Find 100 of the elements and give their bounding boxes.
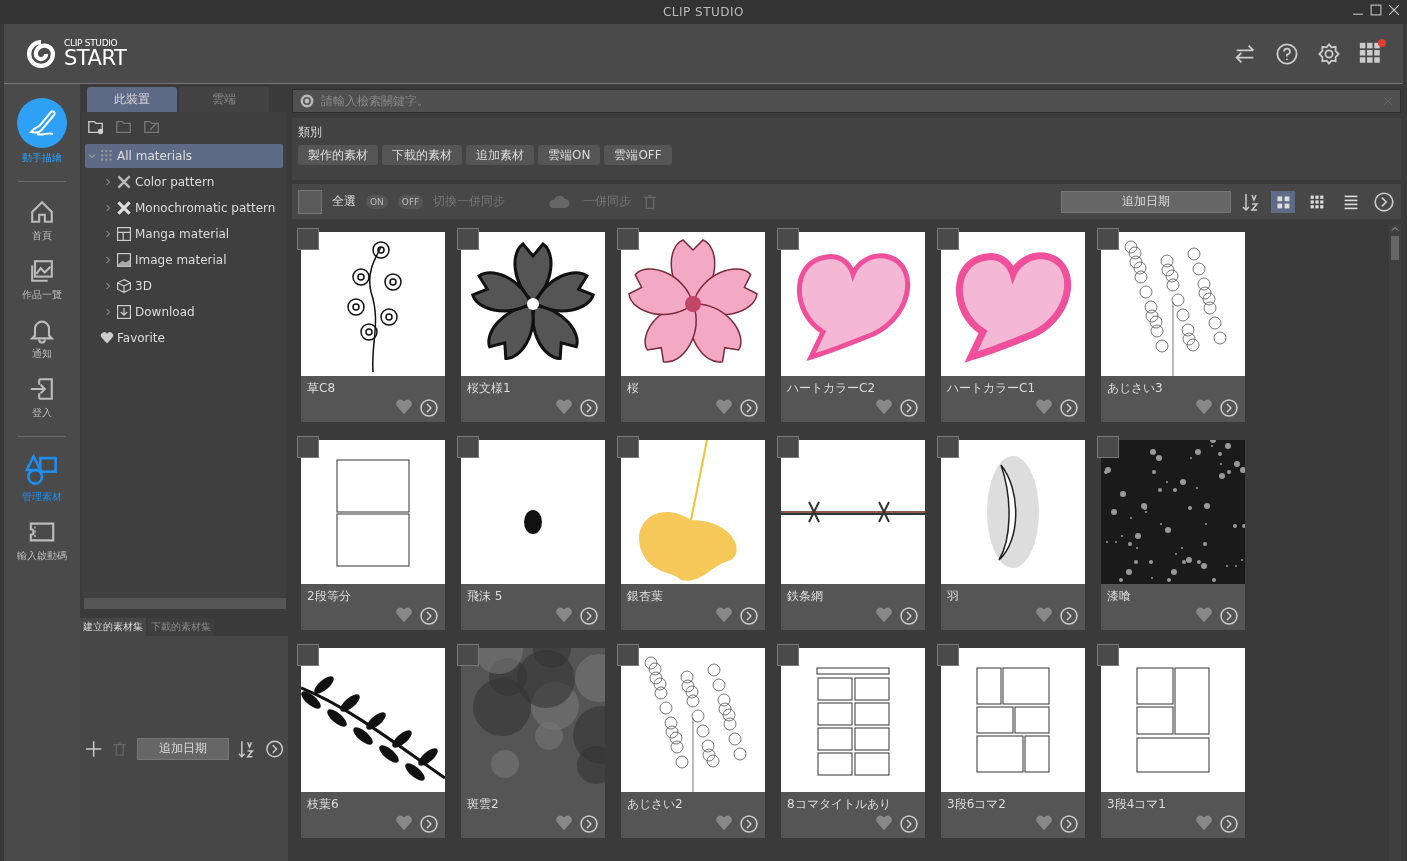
new-folder-icon[interactable] (87, 118, 105, 136)
grid-view-button[interactable] (1271, 190, 1295, 213)
material-checkbox[interactable] (937, 228, 959, 250)
chevron-circle-icon[interactable] (739, 606, 759, 626)
tree-item[interactable]: Monochromatic pattern (85, 196, 283, 220)
chevron-circle-icon[interactable] (899, 814, 919, 834)
chevron-circle-icon[interactable] (579, 398, 599, 418)
apps-icon[interactable] (1359, 41, 1383, 66)
material-checkbox[interactable] (617, 436, 639, 458)
heart-icon[interactable] (395, 606, 413, 624)
chevron-circle-icon[interactable] (419, 606, 439, 626)
heart-icon[interactable] (875, 814, 893, 832)
scrollbar[interactable] (1389, 224, 1401, 861)
material-checkbox[interactable] (457, 228, 479, 250)
chevron-circle-icon[interactable] (1373, 190, 1395, 213)
help-icon[interactable] (1275, 41, 1299, 66)
tree-item[interactable]: Download (85, 300, 283, 324)
heart-icon[interactable] (1035, 814, 1053, 832)
heart-icon[interactable] (555, 606, 573, 624)
maximize-icon[interactable] (1369, 3, 1383, 17)
chevron-circle-icon[interactable] (579, 814, 599, 834)
chevron-circle-icon[interactable] (1219, 398, 1239, 418)
material-checkbox[interactable] (777, 228, 799, 250)
settings-icon[interactable] (1317, 41, 1341, 66)
chevron-circle-icon[interactable] (419, 814, 439, 834)
material-checkbox[interactable] (1097, 644, 1119, 666)
heart-icon[interactable] (395, 814, 413, 832)
chevron-circle-icon[interactable] (899, 398, 919, 418)
chevron-circle-icon[interactable] (739, 814, 759, 834)
on-toggle[interactable]: ON (366, 194, 388, 209)
chevron-circle-icon[interactable] (1219, 814, 1239, 834)
heart-icon[interactable] (875, 398, 893, 416)
material-checkbox[interactable] (1097, 228, 1119, 250)
category-chip[interactable]: 下載的素材 (382, 145, 462, 165)
scrollbar-thumb[interactable] (1391, 236, 1399, 260)
material-checkbox[interactable] (617, 644, 639, 666)
chevron-circle-icon[interactable] (1219, 606, 1239, 626)
set-tab[interactable]: 下載的素材集 (148, 618, 214, 636)
sort-icon[interactable] (1241, 191, 1261, 212)
heart-icon[interactable] (1195, 814, 1213, 832)
sort-dropdown[interactable]: 追加日期 (1061, 190, 1231, 213)
nav-item[interactable]: 登入 (28, 375, 56, 420)
chevron-circle-icon[interactable] (899, 606, 919, 626)
set-tab[interactable]: 建立的素材集 (80, 618, 146, 636)
chevron-circle-icon[interactable] (1059, 814, 1079, 834)
heart-icon[interactable] (1035, 606, 1053, 624)
heart-icon[interactable] (715, 606, 733, 624)
heart-icon[interactable] (715, 814, 733, 832)
heart-icon[interactable] (555, 398, 573, 416)
heart-icon[interactable] (1195, 398, 1213, 416)
chevron-circle-icon[interactable] (739, 398, 759, 418)
category-chip[interactable]: 雲端OFF (604, 145, 672, 165)
category-chip[interactable]: 製作的素材 (298, 145, 378, 165)
material-checkbox[interactable] (297, 228, 319, 250)
heart-icon[interactable] (555, 814, 573, 832)
chevron-circle-icon[interactable] (264, 738, 284, 759)
nav-item[interactable]: 通知 (28, 316, 56, 361)
delete-folder-icon[interactable] (115, 118, 133, 136)
chevron-circle-icon[interactable] (1059, 398, 1079, 418)
chevron-circle-icon[interactable] (1059, 606, 1079, 626)
plus-icon[interactable] (84, 738, 104, 759)
sort-icon[interactable] (237, 738, 257, 759)
heart-icon[interactable] (875, 606, 893, 624)
nav-item[interactable]: 作品一覽 (22, 257, 62, 302)
material-checkbox[interactable] (937, 644, 959, 666)
material-checkbox[interactable] (297, 436, 319, 458)
material-checkbox[interactable] (457, 436, 479, 458)
scrollbar[interactable] (84, 598, 286, 609)
material-checkbox[interactable] (297, 644, 319, 666)
tree-item[interactable]: Image material (85, 248, 283, 272)
nav-item[interactable]: 動手描繪 (17, 98, 67, 165)
sort-dropdown[interactable]: 追加日期 (136, 737, 230, 760)
material-checkbox[interactable] (777, 644, 799, 666)
material-checkbox[interactable] (777, 436, 799, 458)
chevron-circle-icon[interactable] (419, 398, 439, 418)
tree-item[interactable]: Favorite (85, 326, 283, 350)
source-tab[interactable]: 此裝置 (87, 87, 177, 112)
off-toggle[interactable]: OFF (397, 194, 424, 209)
material-checkbox[interactable] (617, 228, 639, 250)
tree-item[interactable]: 3D (85, 274, 283, 298)
category-chip[interactable]: 追加素材 (466, 145, 534, 165)
tree-item[interactable]: Color pattern (85, 170, 283, 194)
material-checkbox[interactable] (457, 644, 479, 666)
material-checkbox[interactable] (937, 436, 959, 458)
heart-icon[interactable] (395, 398, 413, 416)
category-chip[interactable]: 雲端ON (538, 145, 601, 165)
trash-icon[interactable] (111, 739, 129, 758)
edit-folder-icon[interactable] (143, 118, 161, 136)
chevron-circle-icon[interactable] (579, 606, 599, 626)
nav-item[interactable]: 首頁 (28, 198, 56, 243)
chevron-up-icon[interactable] (1390, 224, 1400, 234)
tree-item[interactable]: All materials (85, 144, 283, 168)
heart-icon (100, 331, 114, 345)
tree-item[interactable]: Manga material (85, 222, 283, 246)
heart-icon[interactable] (1035, 398, 1053, 416)
heart-icon[interactable] (1195, 606, 1213, 624)
heart-icon[interactable] (715, 398, 733, 416)
select-all-checkbox[interactable] (298, 189, 322, 214)
nav-item[interactable]: 輸入啟動碼 (17, 518, 67, 563)
material-checkbox[interactable] (1097, 436, 1119, 458)
